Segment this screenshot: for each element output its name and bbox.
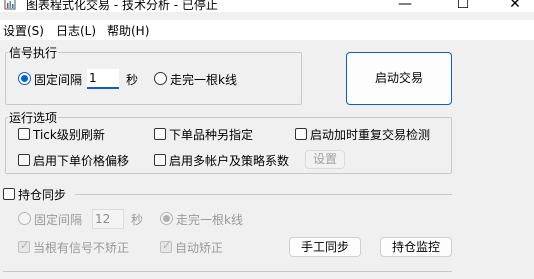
minimize-button[interactable]: — (393, 0, 417, 12)
bottom-divider (3, 271, 452, 272)
alt-order-symbol-checkbox[interactable] (154, 128, 166, 140)
recheck-on-start-checkbox[interactable] (295, 128, 307, 140)
signal-interval-input[interactable]: 1 (87, 69, 119, 89)
title-bar: 图表程式化交易 - 技术分析 - 已停止 — ☐ ✕ (0, 0, 534, 12)
menu-settings[interactable]: 设置(S) (3, 22, 44, 39)
auto-correct-label: 自动矫正 (175, 241, 224, 255)
sync-fixed-interval-radio[interactable] (18, 212, 31, 225)
recheck-on-start-label: 启动加时重复交易检测 (310, 128, 431, 142)
sync-bar-complete-radio[interactable] (160, 212, 173, 225)
auto-correct-checkbox[interactable] (160, 239, 172, 253)
signal-seconds-label: 秒 (126, 73, 139, 87)
signal-bar-complete-radio[interactable] (154, 72, 167, 85)
no-correct-with-signal-label: 当根有信号不矫正 (33, 241, 130, 255)
menu-log[interactable]: 日志(L) (56, 22, 96, 39)
close-button[interactable]: ✕ (503, 0, 527, 12)
signal-bar-complete-label: 走完一根k线 (170, 73, 237, 87)
position-sync-checkbox[interactable] (3, 188, 15, 200)
position-monitor-button[interactable]: 持仓监控 (380, 237, 452, 257)
menu-bar: 设置(S) 日志(L) 帮助(H) (0, 20, 534, 40)
alt-order-symbol-label: 下单品种另指定 (169, 128, 254, 142)
multi-account-checkbox[interactable] (154, 154, 166, 166)
position-sync-label: 持仓同步 (18, 188, 67, 202)
signal-group-label: 信号执行 (8, 44, 59, 61)
price-offset-label: 启用下单价格偏移 (33, 154, 130, 168)
no-correct-with-signal-checkbox[interactable] (18, 239, 30, 253)
menu-help[interactable]: 帮助(H) (107, 22, 149, 39)
tick-refresh-checkbox[interactable] (18, 128, 30, 140)
multi-account-label: 启用多帐户及策略系数 (169, 154, 290, 168)
options-group-label: 运行选项 (8, 109, 59, 126)
multi-account-settings-button[interactable]: 设置 (305, 150, 345, 169)
app-icon (4, 0, 16, 10)
price-offset-checkbox[interactable] (18, 154, 30, 166)
sync-bar-complete-label: 走完一根k线 (176, 213, 243, 227)
signal-fixed-interval-radio[interactable] (18, 72, 31, 85)
window-title: 图表程式化交易 - 技术分析 - 已停止 (26, 0, 218, 12)
tick-refresh-label: Tick级别刷新 (33, 128, 105, 142)
sync-divider (75, 194, 452, 195)
signal-fixed-interval-label: 固定间隔 (34, 73, 83, 87)
start-trading-button[interactable]: 启动交易 (346, 52, 452, 105)
sync-seconds-label: 秒 (131, 213, 144, 227)
sync-fixed-interval-label: 固定间隔 (34, 213, 83, 227)
sync-interval-input[interactable]: 12 (92, 209, 124, 229)
maximize-button[interactable]: ☐ (451, 0, 475, 12)
manual-sync-button[interactable]: 手工同步 (289, 237, 361, 257)
